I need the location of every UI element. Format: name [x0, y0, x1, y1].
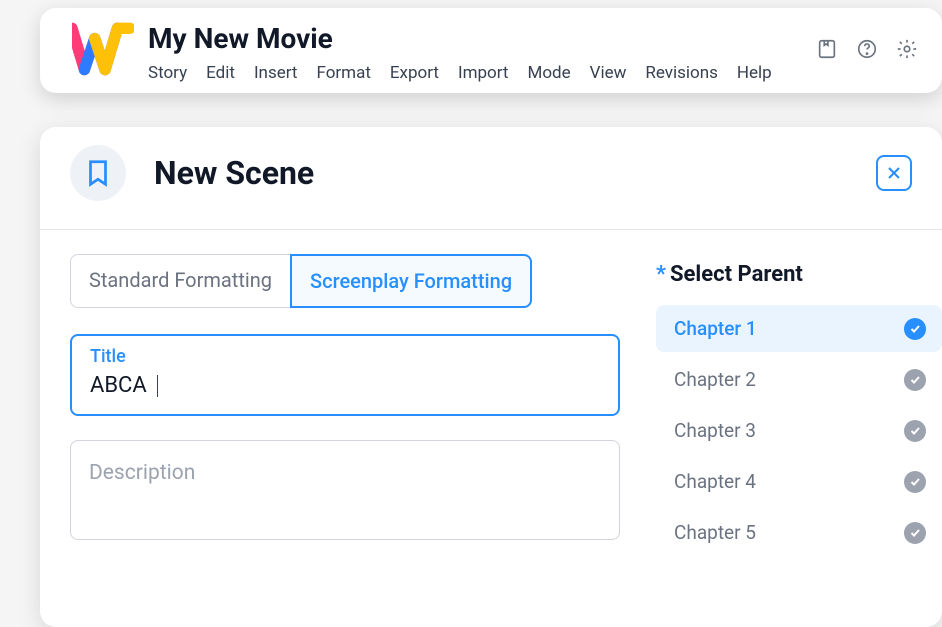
menu-edit[interactable]: Edit [206, 63, 235, 83]
menubar: Story Edit Insert Format Export Import M… [148, 63, 816, 83]
menu-insert[interactable]: Insert [254, 63, 298, 83]
check-icon [904, 471, 926, 493]
parent-item-chapter-3[interactable]: Chapter 3 [656, 407, 942, 454]
title-value: ABCA [90, 373, 147, 398]
parent-item-chapter-2[interactable]: Chapter 2 [656, 356, 942, 403]
text-cursor [157, 375, 158, 397]
description-field[interactable]: Description [70, 440, 620, 540]
topbar: My New Movie Story Edit Insert Format Ex… [40, 8, 942, 93]
parent-item-chapter-5[interactable]: Chapter 5 [656, 509, 942, 556]
menu-story[interactable]: Story [148, 63, 187, 83]
description-placeholder: Description [89, 461, 601, 485]
menu-revisions[interactable]: Revisions [645, 63, 718, 83]
menu-export[interactable]: Export [390, 63, 439, 83]
panel-title: New Scene [154, 154, 876, 192]
app-logo [72, 20, 134, 76]
select-parent-label: *Select Parent [656, 262, 942, 287]
title-field[interactable]: Title ABCA [70, 334, 620, 416]
check-icon [904, 522, 926, 544]
parent-list: Chapter 1 Chapter 2 Chapter 3 Chapter 4 … [656, 305, 942, 556]
close-button[interactable] [876, 155, 912, 191]
scene-badge [70, 145, 126, 201]
bookmark-icon[interactable] [816, 38, 838, 64]
menu-import[interactable]: Import [458, 63, 509, 83]
new-scene-panel: New Scene Standard Formatting Screenplay… [40, 127, 942, 627]
document-title: My New Movie [148, 22, 816, 55]
menu-mode[interactable]: Mode [527, 63, 570, 83]
required-star: * [656, 262, 666, 287]
gear-icon[interactable] [896, 38, 918, 64]
check-icon [904, 318, 926, 340]
formatting-toggle: Standard Formatting Screenplay Formattin… [70, 254, 532, 308]
menu-help[interactable]: Help [737, 63, 772, 83]
parent-item-chapter-4[interactable]: Chapter 4 [656, 458, 942, 505]
parent-item-chapter-1[interactable]: Chapter 1 [656, 305, 942, 352]
check-icon [904, 420, 926, 442]
title-label: Title [90, 346, 600, 367]
tab-screenplay-formatting[interactable]: Screenplay Formatting [290, 254, 532, 308]
check-icon [904, 369, 926, 391]
tab-standard-formatting[interactable]: Standard Formatting [70, 254, 291, 308]
help-icon[interactable] [856, 38, 878, 64]
menu-view[interactable]: View [590, 63, 627, 83]
menu-format[interactable]: Format [316, 63, 370, 83]
